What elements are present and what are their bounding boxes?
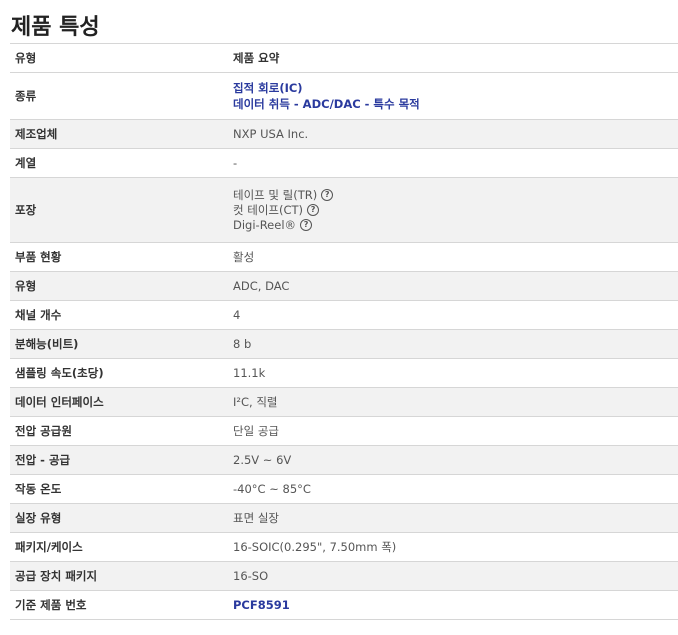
- row-label: 종류: [15, 89, 37, 103]
- row-value: I²C, 직렬: [233, 395, 278, 409]
- row-label: 기준 제품 번호: [15, 598, 87, 612]
- row-value: 단일 공급: [233, 424, 279, 438]
- packaging-item: 테이프 및 릴(TR) ?: [233, 188, 678, 203]
- row-label: 작동 온도: [15, 482, 62, 496]
- row-label: 유형: [15, 279, 37, 293]
- row-label: 계열: [15, 156, 37, 170]
- row-value: 4: [233, 308, 241, 322]
- row-value: 16-SO: [233, 569, 269, 583]
- row-value: -40°C ~ 85°C: [233, 482, 311, 496]
- table-row: 채널 개수 4: [10, 300, 678, 330]
- table-row: 부품 현황 활성: [10, 242, 678, 272]
- packaging-item: Digi-Reel® ?: [233, 218, 678, 233]
- table-row: 전압 공급원 단일 공급: [10, 416, 678, 446]
- row-label: 포장: [15, 203, 37, 217]
- packaging-ct: 컷 테이프(CT): [233, 202, 304, 217]
- row-label: 실장 유형: [15, 511, 62, 525]
- question-circle-icon[interactable]: ?: [321, 189, 334, 201]
- question-circle-icon[interactable]: ?: [300, 219, 313, 231]
- table-row: 유형 ADC, DAC: [10, 271, 678, 301]
- row-value: 표면 실장: [233, 511, 279, 525]
- row-label: 전압 공급원: [15, 424, 72, 438]
- row-value: -: [233, 156, 238, 170]
- table-row: 기준 제품 번호 PCF8591: [10, 590, 678, 620]
- question-circle-icon[interactable]: ?: [307, 204, 320, 216]
- packaging-item: 컷 테이프(CT) ?: [233, 203, 678, 218]
- row-label: 공급 장치 패키지: [15, 569, 98, 583]
- row-label: 제조업체: [15, 127, 58, 141]
- table-row: 계열 -: [10, 148, 678, 178]
- category-link-ic[interactable]: 집적 회로(IC): [233, 80, 678, 96]
- row-value: 2.5V ~ 6V: [233, 453, 292, 467]
- table-header-row: 유형 제품 요약: [10, 43, 678, 73]
- row-label: 패키지/케이스: [15, 540, 83, 554]
- row-label: 부품 현황: [15, 250, 62, 264]
- category-link-adc-dac[interactable]: 데이터 취득 - ADC/DAC - 특수 목적: [233, 96, 678, 112]
- table-row: 공급 장치 패키지 16-SO: [10, 561, 678, 591]
- row-label: 전압 - 공급: [15, 453, 71, 467]
- row-label: 샘플링 속도(초당): [15, 366, 104, 380]
- product-attributes-table: 유형 제품 요약 종류 집적 회로(IC) 데이터 취득 - ADC/DAC -…: [10, 43, 678, 620]
- table-row: 실장 유형 표면 실장: [10, 503, 678, 533]
- row-label: 채널 개수: [15, 308, 62, 322]
- base-part-number-link[interactable]: PCF8591: [233, 598, 290, 612]
- row-label: 분해능(비트): [15, 337, 79, 351]
- packaging-digireel: Digi-Reel®: [233, 217, 297, 232]
- table-row: 제조업체 NXP USA Inc.: [10, 119, 678, 149]
- row-value: 11.1k: [233, 366, 266, 380]
- table-row: 샘플링 속도(초당) 11.1k: [10, 358, 678, 388]
- table-row: 종류 집적 회로(IC) 데이터 취득 - ADC/DAC - 특수 목적: [10, 72, 678, 120]
- table-row: 작동 온도 -40°C ~ 85°C: [10, 474, 678, 504]
- row-value: 16-SOIC(0.295", 7.50mm 폭): [233, 540, 397, 554]
- header-type: 유형: [15, 51, 37, 65]
- table-row: 분해능(비트) 8 b: [10, 329, 678, 359]
- table-row: 전압 - 공급 2.5V ~ 6V: [10, 445, 678, 475]
- table-row: 패키지/케이스 16-SOIC(0.295", 7.50mm 폭): [10, 532, 678, 562]
- row-value: 8 b: [233, 337, 252, 351]
- packaging-tr: 테이프 및 릴(TR): [233, 187, 318, 202]
- table-row: 데이터 인터페이스 I²C, 직렬: [10, 387, 678, 417]
- row-label: 데이터 인터페이스: [15, 395, 104, 409]
- row-value: NXP USA Inc.: [233, 127, 309, 141]
- table-row: 포장 테이프 및 릴(TR) ? 컷 테이프(CT) ? Digi-Reel® …: [10, 177, 678, 243]
- header-summary: 제품 요약: [233, 51, 280, 65]
- page-title: 제품 특성: [11, 15, 100, 40]
- row-value: ADC, DAC: [233, 279, 290, 293]
- row-value: 활성: [233, 250, 255, 264]
